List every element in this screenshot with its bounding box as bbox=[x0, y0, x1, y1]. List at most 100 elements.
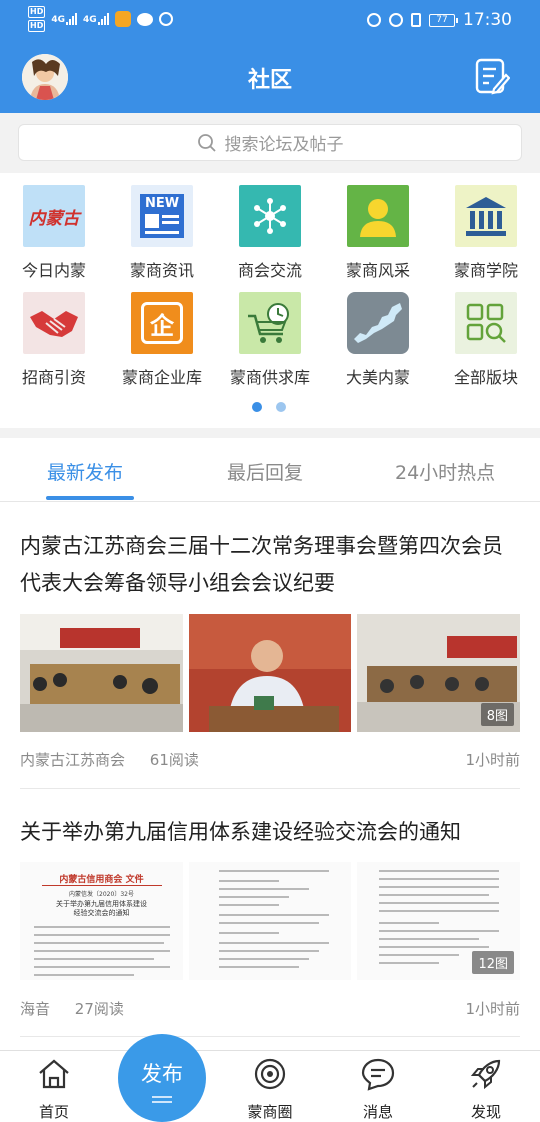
publish-button[interactable]: 发布 bbox=[118, 1034, 206, 1122]
category-item-merchant-profiles[interactable]: 蒙商风采 bbox=[324, 185, 432, 281]
nav-label: 首页 bbox=[38, 1103, 69, 1121]
clock-time: 17:30 bbox=[463, 10, 512, 30]
publish-label: 发布 bbox=[141, 1062, 183, 1086]
post-image[interactable]: 12图 bbox=[357, 862, 521, 980]
post-image[interactable]: 8图 bbox=[357, 614, 521, 732]
alarm-icon bbox=[389, 13, 403, 27]
page-indicator bbox=[252, 402, 286, 412]
message-icon bbox=[361, 1058, 395, 1091]
page-title: 社区 bbox=[247, 68, 292, 93]
enterprise-icon: 企 bbox=[131, 292, 193, 354]
signal-icon: 4G bbox=[83, 13, 109, 25]
feed-tabs: 最新发布 最后回复 24小时热点 bbox=[0, 438, 540, 502]
bottom-nav: 首页 蒙商圈 消息 发现 bbox=[0, 1050, 540, 1122]
tab-indicator bbox=[46, 496, 134, 500]
page-dot-active bbox=[252, 402, 262, 412]
post-divider bbox=[20, 788, 520, 789]
category-label: 蒙商企业库 bbox=[121, 368, 202, 387]
map-icon bbox=[347, 292, 409, 354]
post-author[interactable]: 内蒙古江苏商会 bbox=[20, 751, 125, 769]
building-columns-icon bbox=[455, 185, 517, 247]
image-count-badge: 12图 bbox=[472, 951, 515, 974]
circle-icon bbox=[254, 1058, 286, 1090]
person-icon bbox=[347, 185, 409, 247]
category-label: 全部版块 bbox=[453, 368, 518, 387]
publish-icon bbox=[152, 1096, 172, 1098]
status-bar: HD HD 4G 4G 77 17:30 bbox=[0, 0, 540, 40]
category-item-all-sections[interactable]: 全部版块 bbox=[432, 292, 540, 388]
edit-note-icon bbox=[475, 58, 511, 95]
category-label: 蒙商学院 bbox=[453, 261, 518, 280]
category-label: 招商引资 bbox=[21, 368, 86, 387]
search-bar-area: 搜索论坛及帖子 bbox=[0, 113, 540, 173]
page-dot bbox=[276, 402, 286, 412]
doc-mark-text: 文件 bbox=[125, 875, 144, 885]
post-divider bbox=[20, 1036, 520, 1037]
doc-title-line: 经验交流会的通知 bbox=[73, 909, 130, 917]
post-reads: 61阅读 bbox=[149, 751, 199, 769]
category-label: 蒙商供求库 bbox=[229, 368, 310, 387]
battery-icon: 77 bbox=[429, 13, 458, 27]
post-meta: 海音 27阅读 1小时前 bbox=[20, 998, 520, 1019]
home-icon bbox=[39, 1059, 69, 1089]
status-left: HD HD 4G 4G bbox=[28, 6, 173, 32]
doc-title-line: 关于举办第九届信用体系建设 bbox=[56, 900, 147, 908]
post-time: 1小时前 bbox=[465, 751, 520, 769]
post-title[interactable]: 内蒙古江苏商会三届十二次常务理事会暨第四次会员代表大会筹备领导小组会会议纪要 bbox=[20, 528, 520, 602]
network-nodes-icon bbox=[239, 185, 301, 247]
post-meta: 内蒙古江苏商会 61阅读 1小时前 bbox=[20, 749, 520, 770]
post-time: 1小时前 bbox=[465, 1000, 520, 1018]
search-placeholder: 搜索论坛及帖子 bbox=[224, 135, 344, 155]
category-item-investment[interactable]: 招商引资 bbox=[0, 292, 108, 388]
app-notification-icon bbox=[114, 11, 131, 27]
rocket-icon bbox=[470, 1059, 501, 1090]
post-image[interactable]: 内蒙古信用商会 文件 内蒙信发〔2020〕32号 关于举办第九届信用体系建设 经… bbox=[20, 862, 183, 980]
compose-button[interactable] bbox=[474, 57, 511, 95]
status-right: 77 17:30 bbox=[367, 10, 512, 30]
nav-label: 蒙商圈 bbox=[247, 1103, 293, 1121]
category-item-supply-demand[interactable]: 蒙商供求库 bbox=[216, 292, 324, 388]
doc-header-text: 内蒙古信用商会 bbox=[59, 875, 123, 885]
category-label: 商会交流 bbox=[237, 261, 302, 280]
hd-badge: HD bbox=[28, 6, 46, 18]
category-item-news[interactable]: NEW 蒙商资讯 bbox=[108, 185, 216, 281]
category-label: 今日内蒙 bbox=[21, 261, 86, 280]
nav-label: 发现 bbox=[470, 1103, 501, 1121]
nav-circle[interactable]: 蒙商圈 bbox=[230, 1057, 310, 1122]
search-icon bbox=[197, 133, 216, 152]
nav-discover[interactable]: 发现 bbox=[446, 1057, 526, 1122]
search-input[interactable]: 搜索论坛及帖子 bbox=[18, 124, 522, 161]
post-image-row[interactable]: 8图 bbox=[20, 614, 521, 732]
handshake-icon bbox=[23, 292, 85, 354]
category-label: 蒙商资讯 bbox=[129, 261, 194, 280]
doc-number-text: 内蒙信发〔2020〕32号 bbox=[69, 891, 134, 898]
tab-24h-hot[interactable]: 24小时热点 bbox=[395, 458, 495, 485]
nav-messages[interactable]: 消息 bbox=[338, 1057, 418, 1122]
image-count-badge: 8图 bbox=[480, 703, 515, 726]
category-grid: 内蒙古 今日内蒙 NEW 蒙商资讯 商会交流 蒙商风采 蒙商学院 招商引资 企 … bbox=[0, 173, 540, 428]
category-label: 大美内蒙 bbox=[345, 368, 410, 387]
newspaper-icon: NEW bbox=[131, 185, 193, 247]
top-bar: HD HD 4G 4G 77 17:30 社区 bbox=[0, 0, 540, 113]
chat-notification-icon bbox=[136, 12, 153, 26]
signal-icon: 4G bbox=[51, 13, 77, 25]
nav-label: 消息 bbox=[362, 1103, 393, 1121]
category-item-beautiful-inner-mongolia[interactable]: 大美内蒙 bbox=[324, 292, 432, 388]
post-image-row[interactable]: 内蒙古信用商会 文件 内蒙信发〔2020〕32号 关于举办第九届信用体系建设 经… bbox=[20, 862, 521, 980]
post-image[interactable] bbox=[20, 614, 183, 732]
shopping-cart-clock-icon bbox=[239, 292, 301, 354]
tab-latest[interactable]: 最新发布 bbox=[47, 458, 123, 485]
category-item-academy[interactable]: 蒙商学院 bbox=[432, 185, 540, 281]
post-image[interactable] bbox=[188, 614, 352, 732]
tab-last-reply[interactable]: 最后回复 bbox=[227, 458, 303, 485]
nav-home[interactable]: 首页 bbox=[14, 1057, 94, 1122]
category-item-enterprise-library[interactable]: 企 蒙商企业库 bbox=[108, 292, 216, 388]
inner-mongolia-logo-icon: 内蒙古 bbox=[23, 185, 85, 247]
hd-badge: HD bbox=[28, 20, 46, 32]
category-item-chamber-exchange[interactable]: 商会交流 bbox=[216, 185, 324, 281]
post-author[interactable]: 海音 bbox=[20, 1000, 50, 1018]
sync-notification-icon bbox=[158, 12, 173, 26]
post-image[interactable] bbox=[188, 862, 352, 980]
post-title[interactable]: 关于举办第九届信用体系建设经验交流会的通知 bbox=[20, 814, 520, 851]
category-item-today-inner-mongolia[interactable]: 内蒙古 今日内蒙 bbox=[0, 185, 108, 281]
